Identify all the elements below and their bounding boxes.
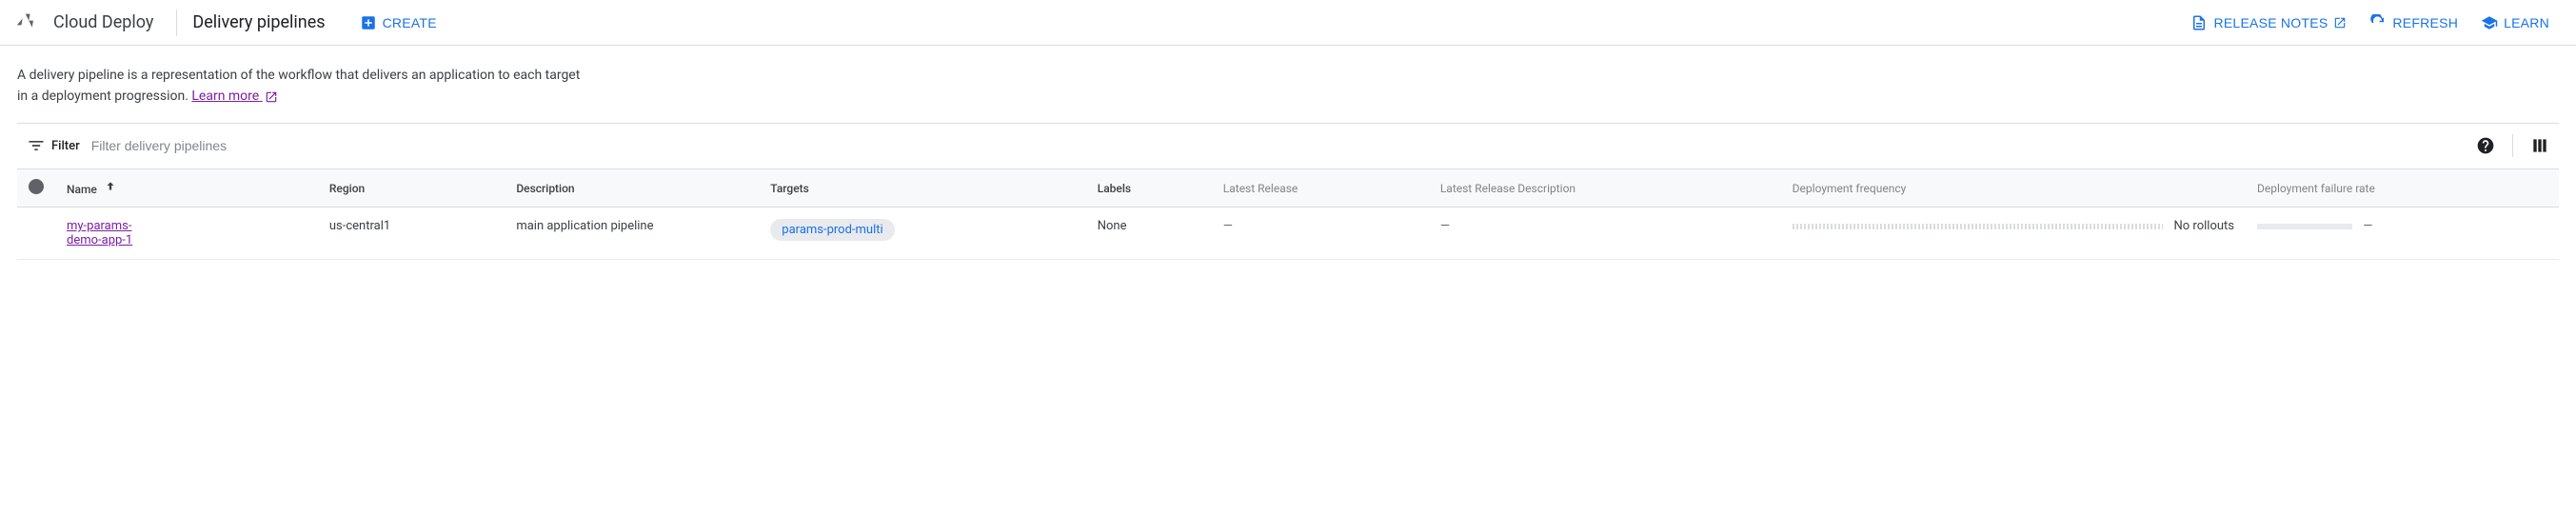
select-all-header[interactable] <box>17 169 55 208</box>
columns-icon <box>2530 136 2549 155</box>
learn-icon <box>2481 14 2498 31</box>
plus-box-icon <box>360 14 377 31</box>
table-row: my-params-demo-app-1 us-central1 main ap… <box>17 208 2559 260</box>
external-link-icon <box>265 90 278 104</box>
failure-bar <box>2257 224 2352 229</box>
col-targets[interactable]: Targets <box>759 169 1085 208</box>
col-description[interactable]: Description <box>505 169 759 208</box>
pipelines-table: Name Region Description Targets Labels L… <box>17 169 2559 261</box>
region-cell: us-central1 <box>318 208 505 260</box>
col-deploy-freq[interactable]: Deployment frequency <box>1781 169 2246 208</box>
create-button[interactable]: Create <box>348 7 448 39</box>
frequency-sparkline <box>1793 224 2163 229</box>
cloud-deploy-logo-icon <box>15 10 42 36</box>
release-notes-button[interactable]: Release Notes <box>2179 7 2358 39</box>
filter-input[interactable] <box>91 138 2474 153</box>
sort-ascending-icon <box>104 183 117 196</box>
column-settings-button[interactable] <box>2528 134 2551 157</box>
latest-release-cell: — <box>1212 208 1429 260</box>
col-labels[interactable]: Labels <box>1086 169 1212 208</box>
learn-label: Learn <box>2504 15 2549 30</box>
external-link-icon <box>2333 16 2347 30</box>
row-select[interactable] <box>17 208 55 260</box>
description-cell: main application pipeline <box>505 208 759 260</box>
col-region[interactable]: Region <box>318 169 505 208</box>
learn-more-link[interactable]: Learn more <box>191 89 277 104</box>
refresh-label: Refresh <box>2392 15 2458 30</box>
page-description: A delivery pipeline is a representation … <box>0 46 609 123</box>
help-button[interactable] <box>2474 134 2497 157</box>
learn-more-label: Learn more <box>191 89 259 104</box>
frequency-text: No rollouts <box>2174 219 2234 233</box>
failure-text: — <box>2363 219 2372 233</box>
notes-icon <box>2190 14 2208 31</box>
filter-label: Filter <box>51 139 80 153</box>
filter-icon <box>25 134 48 157</box>
latest-release-desc-cell: — <box>1429 208 1781 260</box>
page-title: Delivery pipelines <box>185 12 347 32</box>
target-chip[interactable]: params-prod-multi <box>770 219 894 241</box>
labels-cell: None <box>1086 208 1212 260</box>
help-icon <box>2476 136 2495 155</box>
deploy-fail-cell: — <box>2246 208 2559 260</box>
pipeline-name-link[interactable]: my-params-demo-app-1 <box>67 219 162 247</box>
col-name[interactable]: Name <box>55 169 318 208</box>
col-deploy-fail[interactable]: Deployment failure rate <box>2246 169 2559 208</box>
divider <box>176 10 177 36</box>
learn-button[interactable]: Learn <box>2469 7 2561 39</box>
deploy-freq-cell: No rollouts <box>1781 208 2246 260</box>
refresh-button[interactable]: Refresh <box>2358 7 2469 39</box>
col-latest-release[interactable]: Latest Release <box>1212 169 1429 208</box>
description-text: A delivery pipeline is a representation … <box>17 68 580 104</box>
release-notes-label: Release Notes <box>2213 15 2328 30</box>
refresh-icon <box>2369 14 2387 31</box>
create-label: Create <box>383 15 437 30</box>
col-latest-release-desc[interactable]: Latest Release Description <box>1429 169 1781 208</box>
divider <box>2512 134 2513 157</box>
product-name: Cloud Deploy <box>53 12 172 32</box>
